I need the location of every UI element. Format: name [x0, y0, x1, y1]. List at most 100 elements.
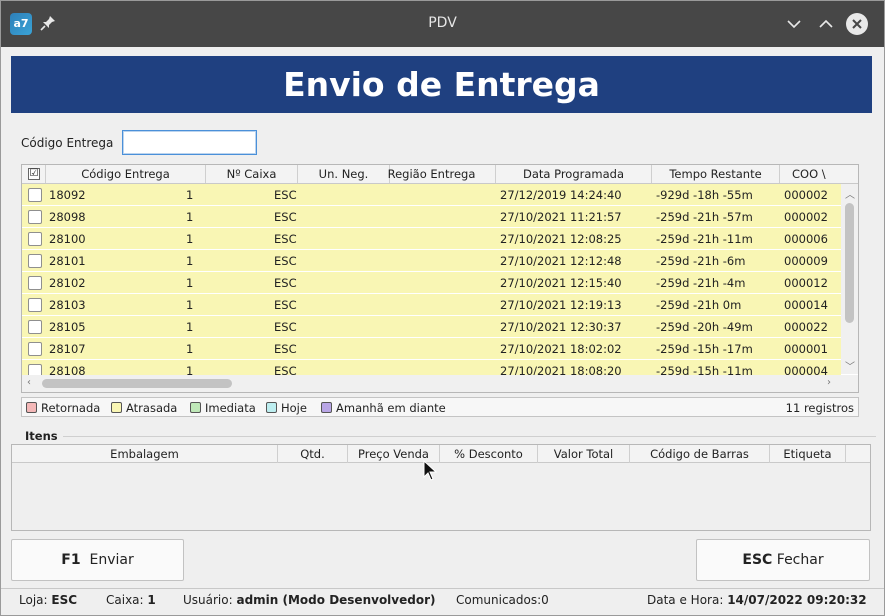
cell-n-caixa: 1	[186, 210, 194, 224]
scroll-right-icon[interactable]: ›	[827, 377, 831, 388]
col-etiqueta[interactable]: Etiqueta	[770, 445, 846, 463]
col-embalagem[interactable]: Embalagem	[12, 445, 278, 463]
cell-data-programada: 27/10/2021 12:12:48	[500, 254, 622, 268]
table-header: ☑ Código Entrega Nº Caixa Un. Neg. Regiã…	[22, 165, 858, 184]
status-comunicados[interactable]: Comunicados:0	[456, 593, 549, 607]
mouse-cursor-icon	[423, 460, 438, 481]
col-desconto[interactable]: % Desconto	[440, 445, 538, 463]
fechar-button[interactable]: ESC Fechar	[696, 539, 870, 581]
loja-label: Loja:	[19, 593, 48, 607]
itens-table-header: Embalagem Qtd. Preço Venda % Desconto Va…	[12, 445, 870, 463]
cell-codigo-entrega: 28098	[49, 210, 86, 224]
usuario-value: admin (Modo Desenvolvedor)	[236, 593, 436, 607]
codigo-entrega-input[interactable]	[122, 130, 257, 155]
col-codigo-barras[interactable]: Código de Barras	[630, 445, 770, 463]
cell-n-caixa: 1	[186, 342, 194, 356]
horizontal-scroll-thumb[interactable]	[42, 379, 232, 388]
legend-label: Atrasada	[126, 401, 178, 415]
col-codigo-entrega[interactable]: Código Entrega	[46, 165, 206, 183]
cell-data-programada: 27/10/2021 12:15:40	[500, 276, 622, 290]
row-checkbox[interactable]	[28, 342, 42, 356]
scroll-down-icon[interactable]: ﹀	[845, 358, 855, 373]
col-tempo-restante[interactable]: Tempo Restante	[652, 165, 780, 183]
record-count: 11 registros	[785, 401, 854, 415]
col-n-caixa[interactable]: Nº Caixa	[206, 165, 298, 183]
legend-label: Hoje	[281, 401, 307, 415]
cell-codigo-entrega: 18092	[49, 188, 86, 202]
legend-label: Imediata	[205, 401, 256, 415]
select-all-checkbox[interactable]: ☑	[28, 168, 40, 180]
table-row[interactable]: 28107 1 ESC 27/10/2021 18:02:02 -259d -15h -…	[22, 338, 841, 360]
vertical-scroll-thumb[interactable]	[845, 203, 854, 323]
close-icon[interactable]	[846, 13, 868, 35]
legend-swatch	[266, 402, 277, 413]
page-title: Envio de Entrega	[11, 56, 872, 113]
table-row[interactable]: 28105 1 ESC 27/10/2021 12:30:37 -259d -20h -…	[22, 316, 841, 338]
legend-amanha: Amanhã em diante	[321, 400, 446, 416]
status-loja: Loja: ESC	[19, 593, 77, 607]
row-checkbox[interactable]	[28, 254, 42, 268]
table-row[interactable]: 28100 1 ESC 27/10/2021 12:08:25 -259d -21h -…	[22, 228, 841, 250]
legend-atrasada: Atrasada	[111, 400, 177, 416]
cell-n-caixa: 1	[186, 232, 194, 246]
select-all-cell[interactable]: ☑	[22, 165, 46, 183]
col-data-programada[interactable]: Data Programada	[496, 165, 652, 183]
cell-data-programada: 27/10/2021 18:02:02	[500, 342, 622, 356]
table-row[interactable]: 18092 1 ESC 27/12/2019 14:24:40 -929d -18h -…	[22, 184, 841, 206]
itens-section-label: Itens	[25, 429, 58, 443]
status-data-hora: Data e Hora: 14/07/2022 09:20:32	[647, 593, 867, 607]
row-checkbox[interactable]	[28, 188, 42, 202]
col-regiao-entrega[interactable]: Região Entrega	[368, 165, 496, 183]
row-checkbox[interactable]	[28, 276, 42, 290]
enviar-shortcut: F1	[61, 552, 81, 568]
cell-data-programada: 27/10/2021 12:08:25	[500, 232, 622, 246]
cell-tempo-restante: -259d -15h -17m	[656, 342, 753, 356]
legend-label: Amanhã em diante	[336, 401, 446, 415]
title-bar[interactable]: a7 PDV	[1, 1, 884, 47]
fechar-shortcut: ESC	[742, 552, 773, 568]
cell-codigo-entrega: 28105	[49, 320, 86, 334]
enviar-button[interactable]: F1 Enviar	[11, 539, 184, 581]
legend-swatch	[26, 402, 37, 413]
table-row[interactable]: 28103 1 ESC 27/10/2021 12:19:13 -259d -21h 0…	[22, 294, 841, 316]
cell-un-neg: ESC	[274, 298, 297, 312]
row-checkbox[interactable]	[28, 232, 42, 246]
cell-coo: 000006	[784, 232, 828, 246]
itens-table[interactable]: Embalagem Qtd. Preço Venda % Desconto Va…	[11, 444, 871, 531]
col-coo[interactable]: COO \	[780, 165, 858, 183]
cell-codigo-entrega: 28107	[49, 342, 86, 356]
legend-swatch	[321, 402, 332, 413]
cell-coo: 000009	[784, 254, 828, 268]
cell-n-caixa: 1	[186, 276, 194, 290]
col-valor-total[interactable]: Valor Total	[538, 445, 630, 463]
row-checkbox[interactable]	[28, 320, 42, 334]
caixa-label: Caixa:	[106, 593, 144, 607]
cell-un-neg: ESC	[274, 188, 297, 202]
maximize-icon[interactable]	[815, 13, 837, 35]
entregas-table[interactable]: ☑ Código Entrega Nº Caixa Un. Neg. Regiã…	[21, 164, 859, 393]
window-title: PDV	[428, 15, 457, 31]
cell-un-neg: ESC	[274, 210, 297, 224]
cell-coo: 000022	[784, 320, 828, 334]
cell-n-caixa: 1	[186, 298, 194, 312]
pdv-window: a7 PDV Envio de Entrega Código Entrega ☑…	[0, 0, 885, 616]
scroll-left-icon[interactable]: ‹	[27, 377, 31, 388]
row-checkbox[interactable]	[28, 298, 42, 312]
codigo-entrega-label: Código Entrega	[21, 136, 114, 150]
minimize-icon[interactable]	[783, 13, 805, 35]
cell-data-programada: 27/12/2019 14:24:40	[500, 188, 622, 202]
scroll-up-icon[interactable]: ︿	[845, 186, 855, 201]
legend-hoje: Hoje	[266, 400, 307, 416]
row-checkbox[interactable]	[28, 210, 42, 224]
table-row[interactable]: 28101 1 ESC 27/10/2021 12:12:48 -259d -21h -…	[22, 250, 841, 272]
cell-tempo-restante: -929d -18h -55m	[656, 188, 753, 202]
enviar-label: Enviar	[89, 552, 134, 568]
vertical-scrollbar[interactable]: ︿ ﹀	[841, 184, 858, 374]
cell-tempo-restante: -259d -21h 0m	[656, 298, 742, 312]
table-row[interactable]: 28098 1 ESC 27/10/2021 11:21:57 -259d -21h -…	[22, 206, 841, 228]
cell-un-neg: ESC	[274, 276, 297, 290]
col-qtd[interactable]: Qtd.	[278, 445, 348, 463]
table-row[interactable]: 28102 1 ESC 27/10/2021 12:15:40 -259d -21h -…	[22, 272, 841, 294]
horizontal-scrollbar[interactable]: ‹ ›	[22, 375, 858, 392]
status-bar: Loja: ESC Caixa: 1 Usuário: admin (Modo …	[1, 588, 884, 610]
